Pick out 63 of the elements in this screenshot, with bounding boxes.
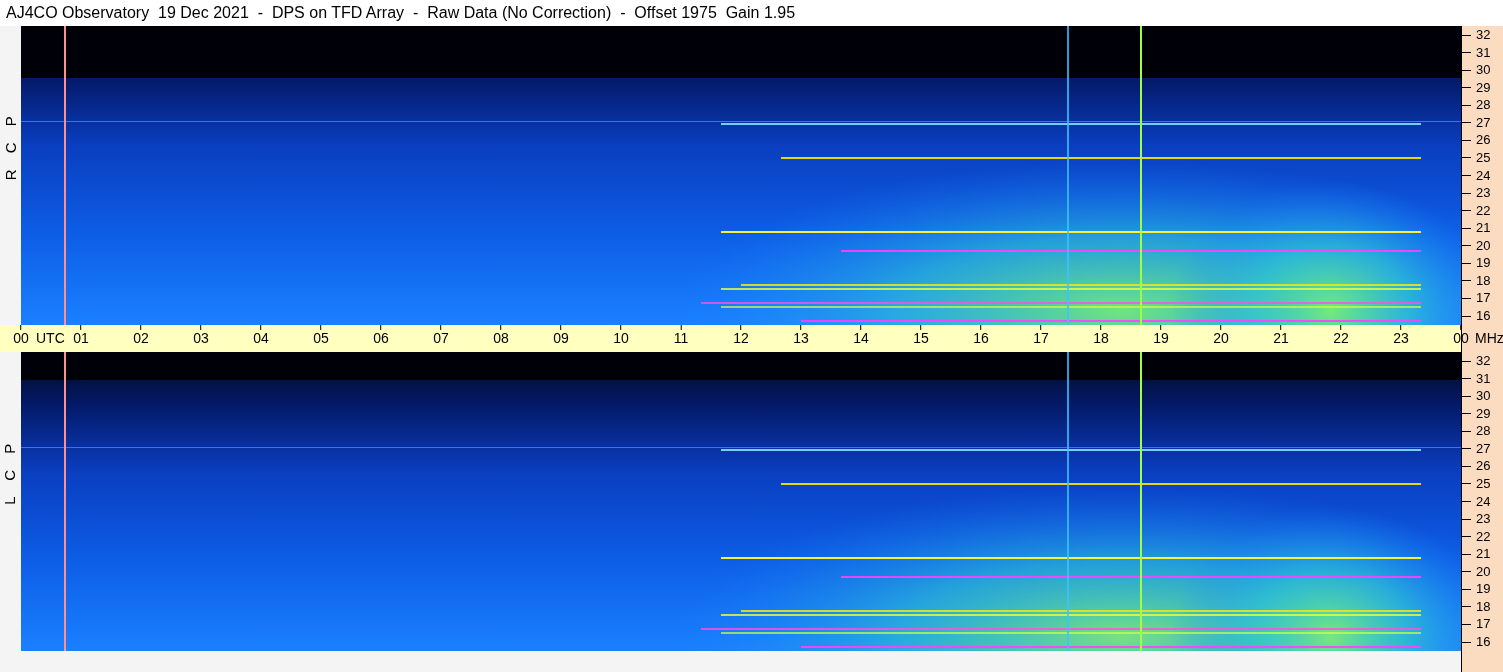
time-tick-label: 08: [493, 330, 509, 346]
frequency-tick-label: 19: [1476, 256, 1491, 271]
frequency-tick-label: 32: [1476, 28, 1491, 42]
frequency-tick-label: 29: [1476, 406, 1491, 421]
time-tick-label: 07: [433, 330, 449, 346]
frequency-tick-label: 31: [1476, 371, 1491, 386]
frequency-tick-label: 27: [1476, 441, 1491, 456]
time-tick-label: 22: [1333, 330, 1349, 346]
time-tick-label: 01: [73, 330, 89, 346]
frequency-tick-label: 21: [1476, 547, 1491, 562]
frequency-tick-label: 20: [1476, 238, 1491, 253]
frequency-unit-label: MHz: [1475, 330, 1503, 346]
frequency-tick-label: 28: [1476, 98, 1491, 113]
frequency-tick-label: 17: [1476, 291, 1491, 306]
time-tick-label: 16: [973, 330, 989, 346]
frequency-tick-label: 23: [1476, 512, 1491, 527]
time-tick-label: 10: [613, 330, 629, 346]
frequency-tick-label: 25: [1476, 150, 1491, 165]
frequency-tick-label: 16: [1476, 309, 1491, 323]
time-tick-label: 00: [13, 330, 29, 346]
frequency-tick-label: 25: [1476, 476, 1491, 491]
frequency-tick-label: 27: [1476, 115, 1491, 130]
polarization-label: R C P: [0, 110, 20, 181]
frequency-tick-label: 22: [1476, 529, 1491, 544]
time-tick-label: 21: [1273, 330, 1289, 346]
time-tick-label: 18: [1093, 330, 1109, 346]
time-tick-label: 13: [793, 330, 809, 346]
time-tick-label: 17: [1033, 330, 1049, 346]
frequency-tick-label: 26: [1476, 459, 1491, 474]
frequency-tick-label: 28: [1476, 424, 1491, 439]
frequency-tick-label: 22: [1476, 203, 1491, 218]
time-tick-label: 19: [1153, 330, 1169, 346]
frequency-tick-label: 24: [1476, 494, 1491, 509]
frequency-tick-label: 23: [1476, 186, 1491, 201]
frequency-tick-label: 16: [1476, 635, 1491, 649]
frequency-tick-label: 20: [1476, 564, 1491, 579]
time-tick-label: 12: [733, 330, 749, 346]
time-tick-label: 09: [553, 330, 569, 346]
frequency-tick-label: 17: [1476, 617, 1491, 632]
time-tick-label: 15: [913, 330, 929, 346]
frequency-tick-label: 18: [1476, 599, 1491, 614]
frequency-tick-label: 30: [1476, 63, 1491, 78]
frequency-tick-label: 30: [1476, 389, 1491, 404]
time-tick-label: 14: [853, 330, 869, 346]
frequency-tick-label: 19: [1476, 582, 1491, 597]
frequency-tick-label: 21: [1476, 221, 1491, 236]
polarization-label: L C P: [0, 438, 20, 505]
frequency-tick-label: 32: [1476, 354, 1491, 368]
frequency-tick-label: 31: [1476, 45, 1491, 60]
chart-title: AJ4CO Observatory 19 Dec 2021 - DPS on TFD Array - Raw Data (No Correction) - Offset 1975 Gain 1.95: [6, 3, 796, 23]
frequency-tick-label: 18: [1476, 273, 1491, 288]
time-unit-label: UTC: [36, 330, 65, 346]
time-tick-label: 20: [1213, 330, 1229, 346]
frequency-tick-label: 26: [1476, 133, 1491, 148]
time-tick-label: 05: [313, 330, 329, 346]
time-tick-label: 23: [1393, 330, 1409, 346]
time-tick-label: 03: [193, 330, 209, 346]
time-tick-label: 04: [253, 330, 269, 346]
time-tick-label: 06: [373, 330, 389, 346]
time-tick-label: 11: [673, 330, 689, 346]
frequency-tick-label: 29: [1476, 80, 1491, 95]
frequency-tick-label: 24: [1476, 168, 1491, 183]
time-tick-label: 02: [133, 330, 149, 346]
